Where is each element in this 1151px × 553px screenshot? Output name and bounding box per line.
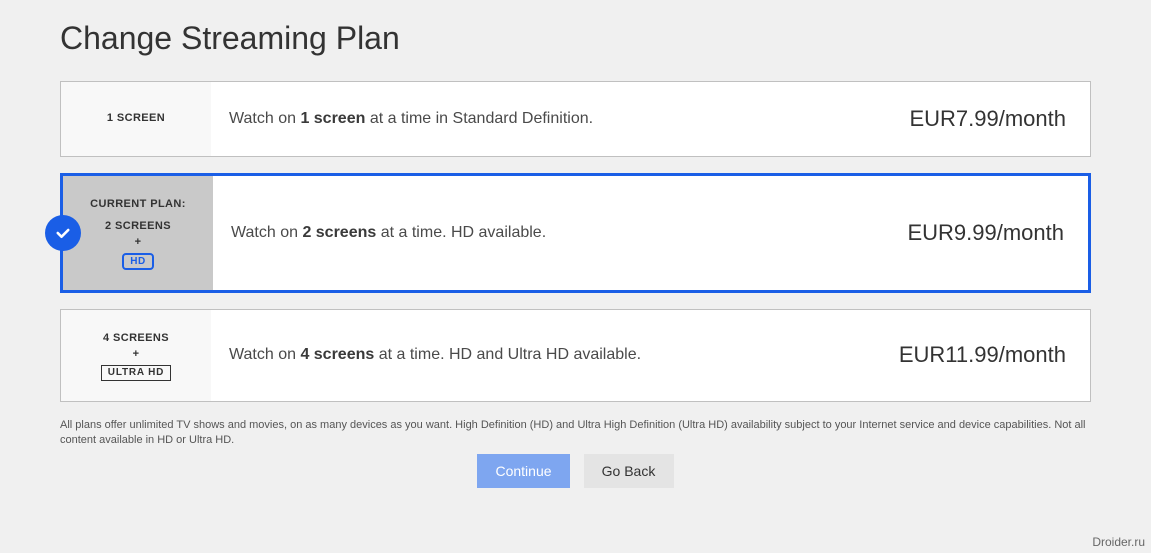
plan-price: EUR11.99/month [875,310,1090,401]
go-back-button[interactable]: Go Back [584,454,674,488]
plan-option-4-screens[interactable]: 4 SCREENS + ULTRA HD Watch on 4 screens … [60,309,1091,402]
plan-description: Watch on 1 screen at a time in Standard … [211,82,885,156]
plus-separator: + [135,235,142,250]
page-title: Change Streaming Plan [60,20,1091,57]
plan-screens-label: 4 SCREENS [103,330,169,348]
plan-screens-label: 1 SCREEN [107,110,165,128]
plan-left-panel: 1 SCREEN [61,82,211,156]
plan-description: Watch on 2 screens at a time. HD availab… [213,176,883,290]
plus-separator: + [133,347,140,362]
plan-option-2-screens[interactable]: CURRENT PLAN: 2 SCREENS + HD Watch on 2 … [60,173,1091,293]
plan-left-panel: CURRENT PLAN: 2 SCREENS + HD [63,176,213,290]
plan-description: Watch on 4 screens at a time. HD and Ult… [211,310,875,401]
plan-left-panel: 4 SCREENS + ULTRA HD [61,310,211,401]
plan-option-1-screen[interactable]: 1 SCREEN Watch on 1 screen at a time in … [60,81,1091,157]
plans-footnote: All plans offer unlimited TV shows and m… [60,418,1091,449]
button-row: Continue Go Back [60,454,1091,488]
ultra-hd-badge-icon: ULTRA HD [101,365,171,381]
plan-price: EUR7.99/month [885,82,1090,156]
plan-price: EUR9.99/month [883,176,1088,290]
continue-button[interactable]: Continue [477,454,569,488]
plan-screens-label: 2 SCREENS [105,218,171,236]
watermark-text: Droider.ru [1092,535,1145,549]
hd-badge-icon: HD [122,253,153,270]
selected-check-icon [45,215,81,251]
current-plan-label: CURRENT PLAN: [90,196,186,214]
